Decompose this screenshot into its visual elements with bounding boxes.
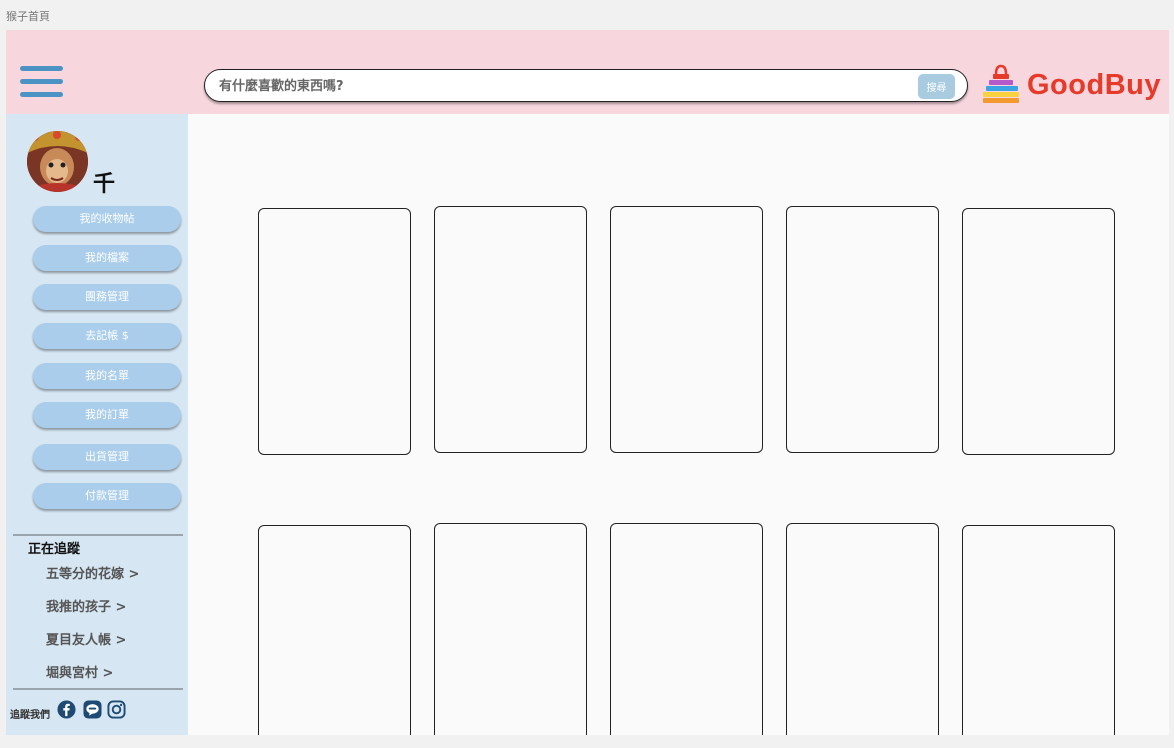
- line-icon[interactable]: [83, 700, 102, 719]
- product-card[interactable]: [258, 208, 411, 455]
- following-item[interactable]: 夏目友人帳 >: [46, 629, 126, 648]
- following-item[interactable]: 我推的孩子 >: [46, 596, 126, 615]
- search-input[interactable]: [219, 76, 899, 96]
- menu-button-payment[interactable]: 付款管理: [33, 483, 181, 509]
- divider: [13, 688, 183, 690]
- page-title: 猴子首頁: [6, 10, 50, 23]
- goodbuy-logo[interactable]: GoodBuy: [981, 64, 1161, 104]
- following-item[interactable]: 五等分的花嫁 >: [46, 563, 139, 582]
- follow-us-label: 追蹤我們: [10, 710, 50, 721]
- menu-button-bookkeeping[interactable]: 去記帳 $: [33, 323, 181, 349]
- menu-button-my-orders[interactable]: 我的訂單: [33, 402, 181, 428]
- logo-text: GoodBuy: [1027, 69, 1161, 101]
- menu-button-profile[interactable]: 我的檔案: [33, 245, 181, 271]
- product-card[interactable]: [610, 206, 763, 453]
- product-card[interactable]: [434, 523, 587, 735]
- following-item[interactable]: 堀與宮村 >: [46, 662, 113, 681]
- product-card[interactable]: [962, 208, 1115, 455]
- product-card[interactable]: [258, 525, 411, 735]
- facebook-icon[interactable]: [57, 700, 76, 719]
- product-card[interactable]: [786, 523, 939, 735]
- app-frame: 搜尋 GoodBuy: [6, 30, 1169, 735]
- menu-button-group-management[interactable]: 團務管理: [33, 284, 181, 310]
- avatar[interactable]: [27, 131, 88, 192]
- product-card[interactable]: [610, 523, 763, 735]
- divider: [13, 534, 183, 536]
- following-heading: 正在追蹤: [28, 542, 81, 557]
- product-card[interactable]: [962, 525, 1115, 735]
- sidebar: 千 我的收物帖 我的檔案 團務管理 去記帳 $ 我的名單 我的訂單 出貨管理 付…: [6, 114, 188, 735]
- search-button[interactable]: 搜尋: [918, 74, 955, 99]
- shopping-bag-icon: [983, 64, 1019, 103]
- menu-button-my-list[interactable]: 我的名單: [33, 363, 181, 389]
- search-bar: 搜尋: [204, 69, 968, 102]
- menu-button-wishlist[interactable]: 我的收物帖: [33, 206, 181, 232]
- username: 千: [93, 172, 116, 197]
- header: 搜尋 GoodBuy: [6, 30, 1169, 114]
- hamburger-menu-icon[interactable]: [20, 66, 63, 98]
- instagram-icon[interactable]: [107, 700, 126, 719]
- product-card[interactable]: [434, 206, 587, 453]
- product-card[interactable]: [786, 206, 939, 453]
- menu-button-shipping[interactable]: 出貨管理: [33, 444, 181, 470]
